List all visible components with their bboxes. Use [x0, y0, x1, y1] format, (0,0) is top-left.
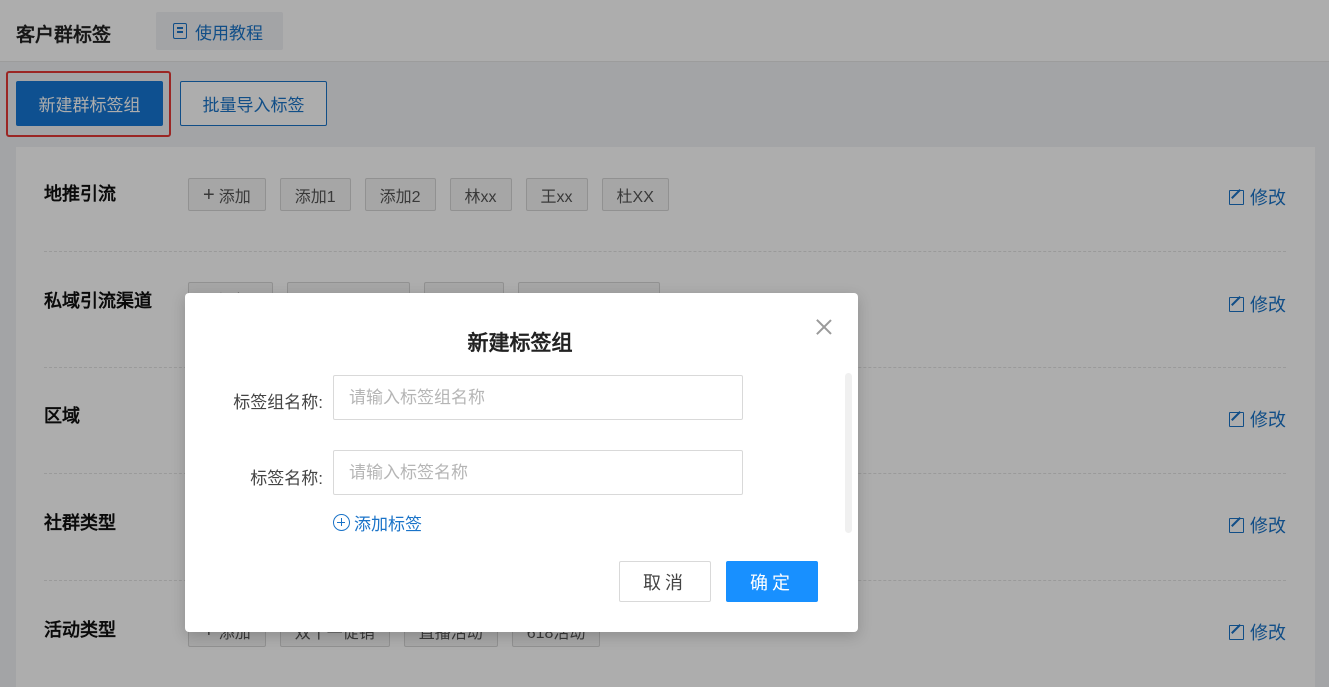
tag-name-label: 标签名称:	[250, 469, 323, 488]
close-icon[interactable]	[814, 317, 834, 337]
confirm-button[interactable]: 确定	[726, 561, 818, 602]
add-tag-link[interactable]: 添加标签	[333, 510, 422, 535]
dialog-scrollbar[interactable]	[845, 373, 852, 533]
tag-name-input[interactable]	[333, 450, 743, 495]
group-name-label: 标签组名称:	[233, 393, 323, 412]
cancel-button[interactable]: 取消	[619, 561, 711, 602]
new-tag-group-dialog: 新建标签组 标签组名称: 标签名称: 添加标签 取消 确定	[185, 293, 858, 632]
dialog-title: 新建标签组	[467, 332, 573, 355]
plus-circle-icon	[333, 514, 350, 531]
group-name-input[interactable]	[333, 375, 743, 420]
